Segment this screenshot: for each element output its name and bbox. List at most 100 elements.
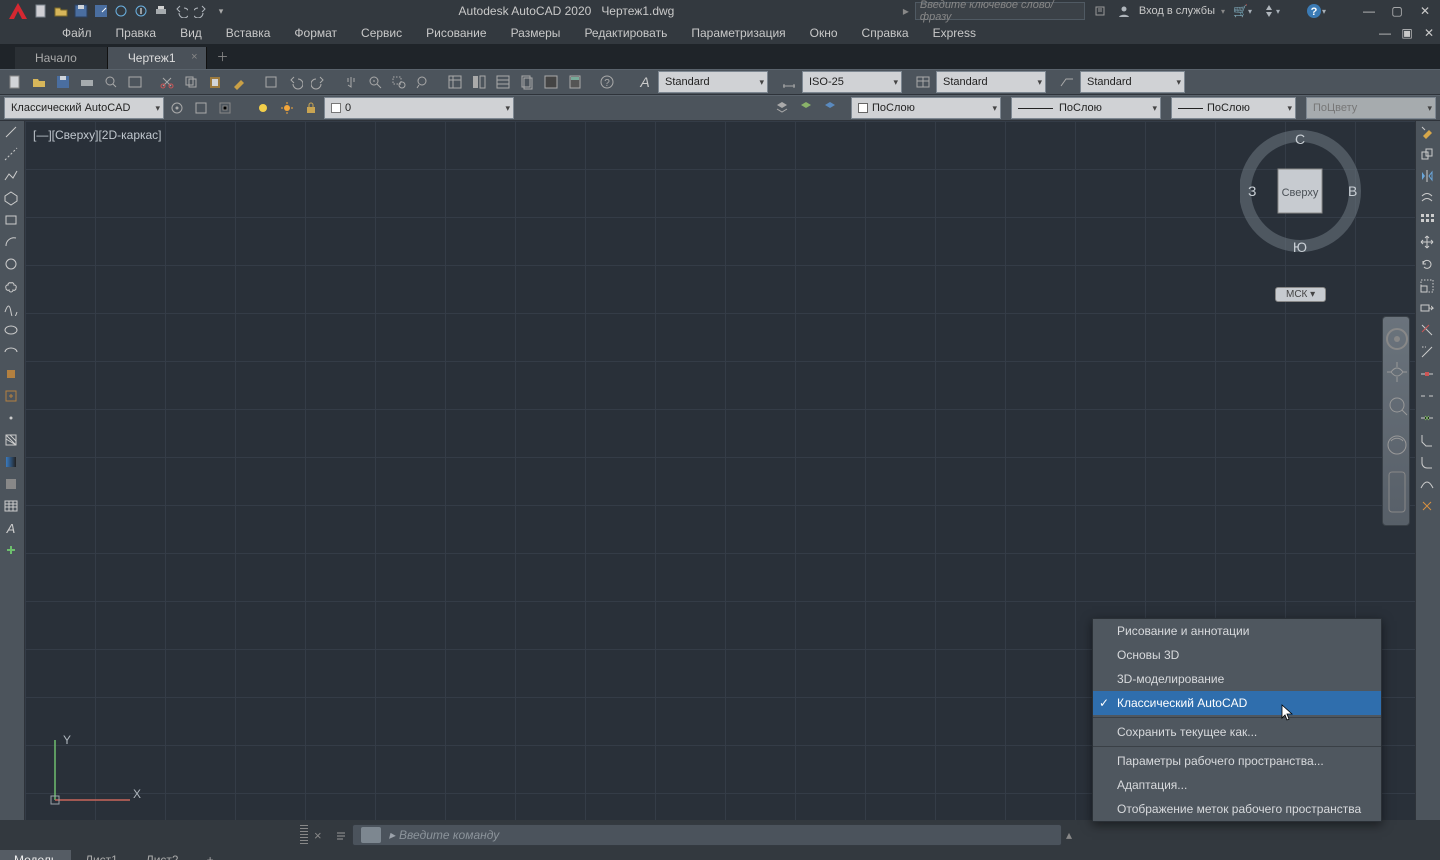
view-cube[interactable]: С Ю З В Сверху МСК ▾ [1240,126,1370,286]
menu-parametric[interactable]: Параметризация [679,24,797,42]
trim-icon[interactable] [1416,319,1438,341]
preview-button[interactable] [100,71,122,93]
save-button[interactable] [52,71,74,93]
signin-label[interactable]: Вход в службы [1139,5,1215,17]
redo-button[interactable] [308,71,330,93]
textstyle-icon[interactable]: A [634,71,656,93]
search-button[interactable] [1091,2,1109,20]
polyline-icon[interactable] [0,165,22,187]
insert-block-icon[interactable] [0,363,22,385]
scale-icon[interactable] [1416,275,1438,297]
gradient-icon[interactable] [0,451,22,473]
ws-menu-classic[interactable]: ✓Классический AutoCAD [1093,691,1381,715]
zoom-window-button[interactable] [388,71,410,93]
offset-icon[interactable] [1416,187,1438,209]
workspace-combo[interactable]: Классический AutoCAD [4,97,164,119]
menu-view[interactable]: Вид [168,24,214,42]
spline-icon[interactable] [0,297,22,319]
rectangle-icon[interactable] [0,209,22,231]
save-icon[interactable] [72,2,90,20]
markup-button[interactable] [540,71,562,93]
doc-restore-button[interactable]: ▣ [1396,24,1418,42]
blend-icon[interactable] [1416,473,1438,495]
qat-dropdown-icon[interactable]: ▾ [212,2,230,20]
web-save-icon[interactable] [132,2,150,20]
close-button[interactable]: ✕ [1414,2,1436,20]
workspace-save-icon[interactable] [190,97,212,119]
menu-draw[interactable]: Рисование [414,24,498,42]
mirror-icon[interactable] [1416,165,1438,187]
sheetset-button[interactable] [516,71,538,93]
zoom-realtime-button[interactable] [364,71,386,93]
open-icon[interactable] [52,2,70,20]
viewport-label[interactable]: [—][Сверху][2D-каркас] [33,128,162,142]
cart-icon[interactable]: 🛒▾ [1231,2,1254,20]
copy-obj-icon[interactable] [1416,143,1438,165]
xline-icon[interactable] [0,143,22,165]
ws-menu-drafting[interactable]: Рисование и аннотации [1093,619,1381,643]
paste-button[interactable] [204,71,226,93]
menu-help[interactable]: Справка [850,24,921,42]
plot-button[interactable] [76,71,98,93]
arc-icon[interactable] [0,231,22,253]
app-store-icon[interactable]: ▾ [1260,2,1282,20]
layout-add[interactable]: + [193,850,228,860]
new-button[interactable] [4,71,26,93]
make-block-icon[interactable] [0,385,22,407]
layer-combo[interactable]: 0 [324,97,514,119]
ellipse-arc-icon[interactable] [0,341,22,363]
viewcube-w[interactable]: З [1248,183,1256,199]
web-open-icon[interactable] [112,2,130,20]
mleader-combo[interactable]: Standard [1080,71,1185,93]
rotate-icon[interactable] [1416,253,1438,275]
navigation-bar[interactable] [1382,316,1410,526]
workspace-settings-icon[interactable] [166,97,188,119]
workspace-lock-icon[interactable] [214,97,236,119]
extend-icon[interactable] [1416,341,1438,363]
matchprop-button[interactable] [228,71,250,93]
hatch-icon[interactable] [0,429,22,451]
tab-close-icon[interactable]: × [191,51,197,63]
ws-menu-showlabels[interactable]: Отображение меток рабочего пространства [1093,797,1381,821]
menu-format[interactable]: Формат [282,24,349,42]
cmdline-grip[interactable] [300,825,308,845]
help-icon[interactable]: ?▾ [1304,2,1328,20]
layer-iso-icon[interactable] [819,97,841,119]
layout-model[interactable]: Модель [0,850,71,860]
textstyle-combo[interactable]: Standard [658,71,768,93]
viewcube-wcs[interactable]: МСК ▾ [1275,287,1326,302]
tab-start[interactable]: Начало [15,47,108,69]
block-editor-button[interactable] [260,71,282,93]
ellipse-icon[interactable] [0,319,22,341]
tablestyle-icon[interactable] [912,71,934,93]
break-point-icon[interactable] [1416,363,1438,385]
tab-drawing1[interactable]: Чертеж1× [108,47,207,69]
cmdline-history-icon[interactable] [330,824,352,846]
explode-icon[interactable] [1416,495,1438,517]
ws-menu-3dbasics[interactable]: Основы 3D [1093,643,1381,667]
menu-tools[interactable]: Сервис [349,24,414,42]
command-input[interactable]: ▸ Введите команду [352,824,1062,846]
ws-menu-saveas[interactable]: Сохранить текущее как... [1093,720,1381,744]
doc-minimize-button[interactable]: — [1374,24,1396,42]
infocenter-search[interactable]: Введите ключевое слово/фразу [915,2,1085,20]
polygon-icon[interactable] [0,187,22,209]
array-icon[interactable] [1416,209,1438,231]
move-icon[interactable] [1416,231,1438,253]
open-button[interactable] [28,71,50,93]
fillet-icon[interactable] [1416,451,1438,473]
break-icon[interactable] [1416,385,1438,407]
menu-window[interactable]: Окно [798,24,850,42]
publish-button[interactable] [124,71,146,93]
region-icon[interactable] [0,473,22,495]
mleader-icon[interactable] [1056,71,1078,93]
erase-icon[interactable] [1416,121,1438,143]
properties-button[interactable] [444,71,466,93]
new-icon[interactable] [32,2,50,20]
dimstyle-icon[interactable] [778,71,800,93]
redo-icon[interactable] [192,2,210,20]
ws-menu-3dmodeling[interactable]: 3D-моделирование [1093,667,1381,691]
layer-props-icon[interactable] [771,97,793,119]
calc-button[interactable] [564,71,586,93]
help-button[interactable]: ? [596,71,618,93]
